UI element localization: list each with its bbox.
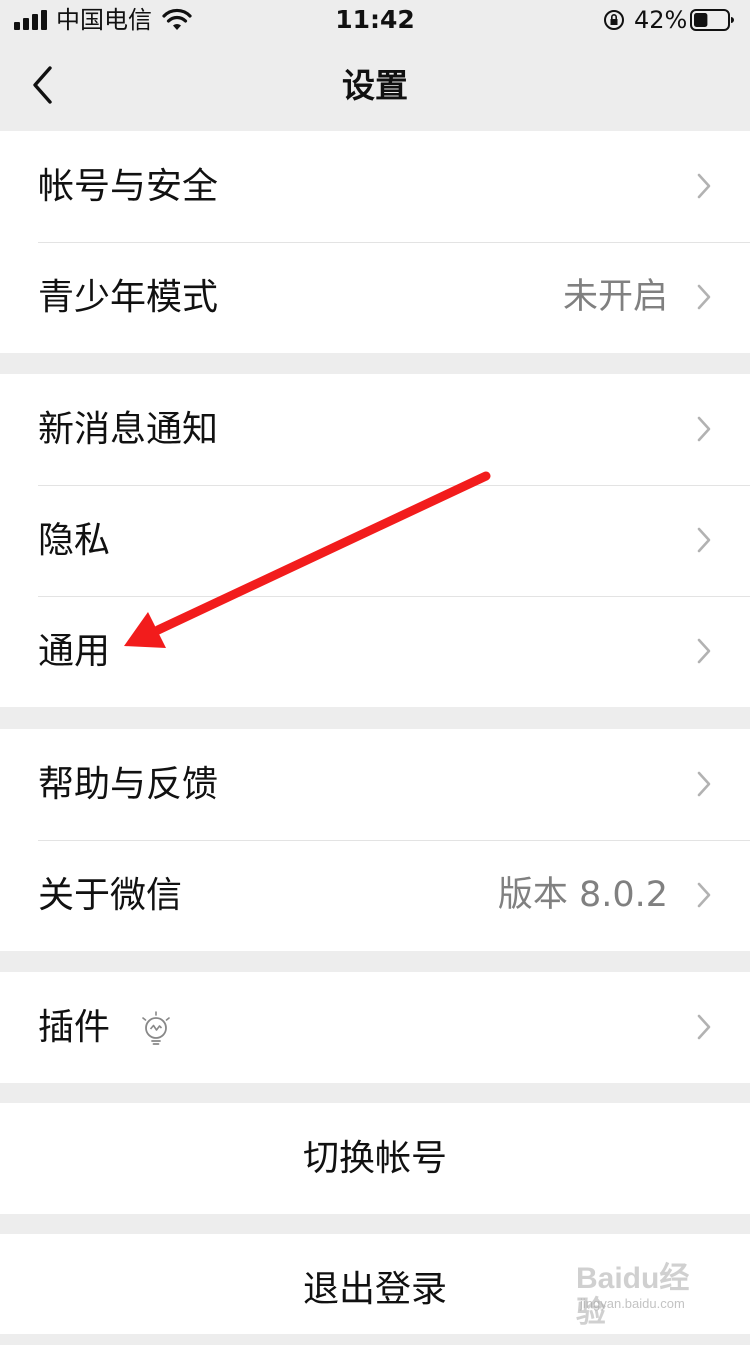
- chevron-right-icon: [697, 882, 711, 908]
- nav-bar: 设置: [0, 42, 750, 130]
- settings-item-account-security[interactable]: 帐号与安全: [0, 131, 750, 242]
- settings-item-label: 帮助与反馈: [38, 764, 219, 805]
- settings-group-general: 新消息通知 隐私 通用: [0, 374, 750, 707]
- switch-account-button[interactable]: 切换帐号: [0, 1103, 750, 1214]
- settings-item-label: 青少年模式: [38, 277, 219, 318]
- rotation-lock-icon: [604, 10, 624, 30]
- settings-item-teen-mode[interactable]: 青少年模式 未开启: [0, 242, 750, 353]
- chevron-left-icon[interactable]: [28, 62, 58, 108]
- settings-item-label: 帐号与安全: [38, 166, 219, 207]
- chevron-right-icon: [697, 527, 711, 553]
- logout-group: 退出登录: [0, 1234, 750, 1334]
- settings-item-privacy[interactable]: 隐私: [0, 485, 750, 596]
- settings-item-about-wechat[interactable]: 关于微信 版本 8.0.2: [0, 840, 750, 951]
- chevron-right-icon: [697, 173, 711, 199]
- settings-item-label: 关于微信: [38, 875, 183, 916]
- settings-item-label: 通用: [38, 631, 111, 672]
- battery-icon: [690, 9, 734, 31]
- settings-item-general[interactable]: 通用: [0, 596, 750, 707]
- settings-item-label: 隐私: [38, 520, 111, 561]
- settings-group-account: 帐号与安全 青少年模式 未开启: [0, 131, 750, 353]
- chevron-right-icon: [697, 771, 711, 797]
- teen-mode-status: 未开启: [562, 277, 668, 317]
- chevron-right-icon: [697, 1014, 711, 1040]
- status-bar: 中国电信 11:42 42%: [0, 0, 750, 42]
- logout-button[interactable]: 退出登录: [0, 1234, 750, 1345]
- switch-account-group: 切换帐号: [0, 1103, 750, 1214]
- lightbulb-icon: [142, 1011, 170, 1045]
- version-label: 版本 8.0.2: [497, 875, 668, 915]
- settings-item-notifications[interactable]: 新消息通知: [0, 374, 750, 485]
- battery-percent: 42%: [634, 6, 688, 34]
- settings-item-plugins[interactable]: 插件: [0, 972, 750, 1083]
- page-title: 设置: [342, 66, 408, 105]
- settings-item-label: 新消息通知: [38, 409, 219, 450]
- settings-item-label: 插件: [38, 1007, 111, 1048]
- settings-item-help-feedback[interactable]: 帮助与反馈: [0, 729, 750, 840]
- chevron-right-icon: [697, 638, 711, 664]
- chevron-right-icon: [697, 284, 711, 310]
- settings-group-plugins: 插件: [0, 972, 750, 1083]
- chevron-right-icon: [697, 416, 711, 442]
- settings-group-about: 帮助与反馈 关于微信 版本 8.0.2: [0, 729, 750, 951]
